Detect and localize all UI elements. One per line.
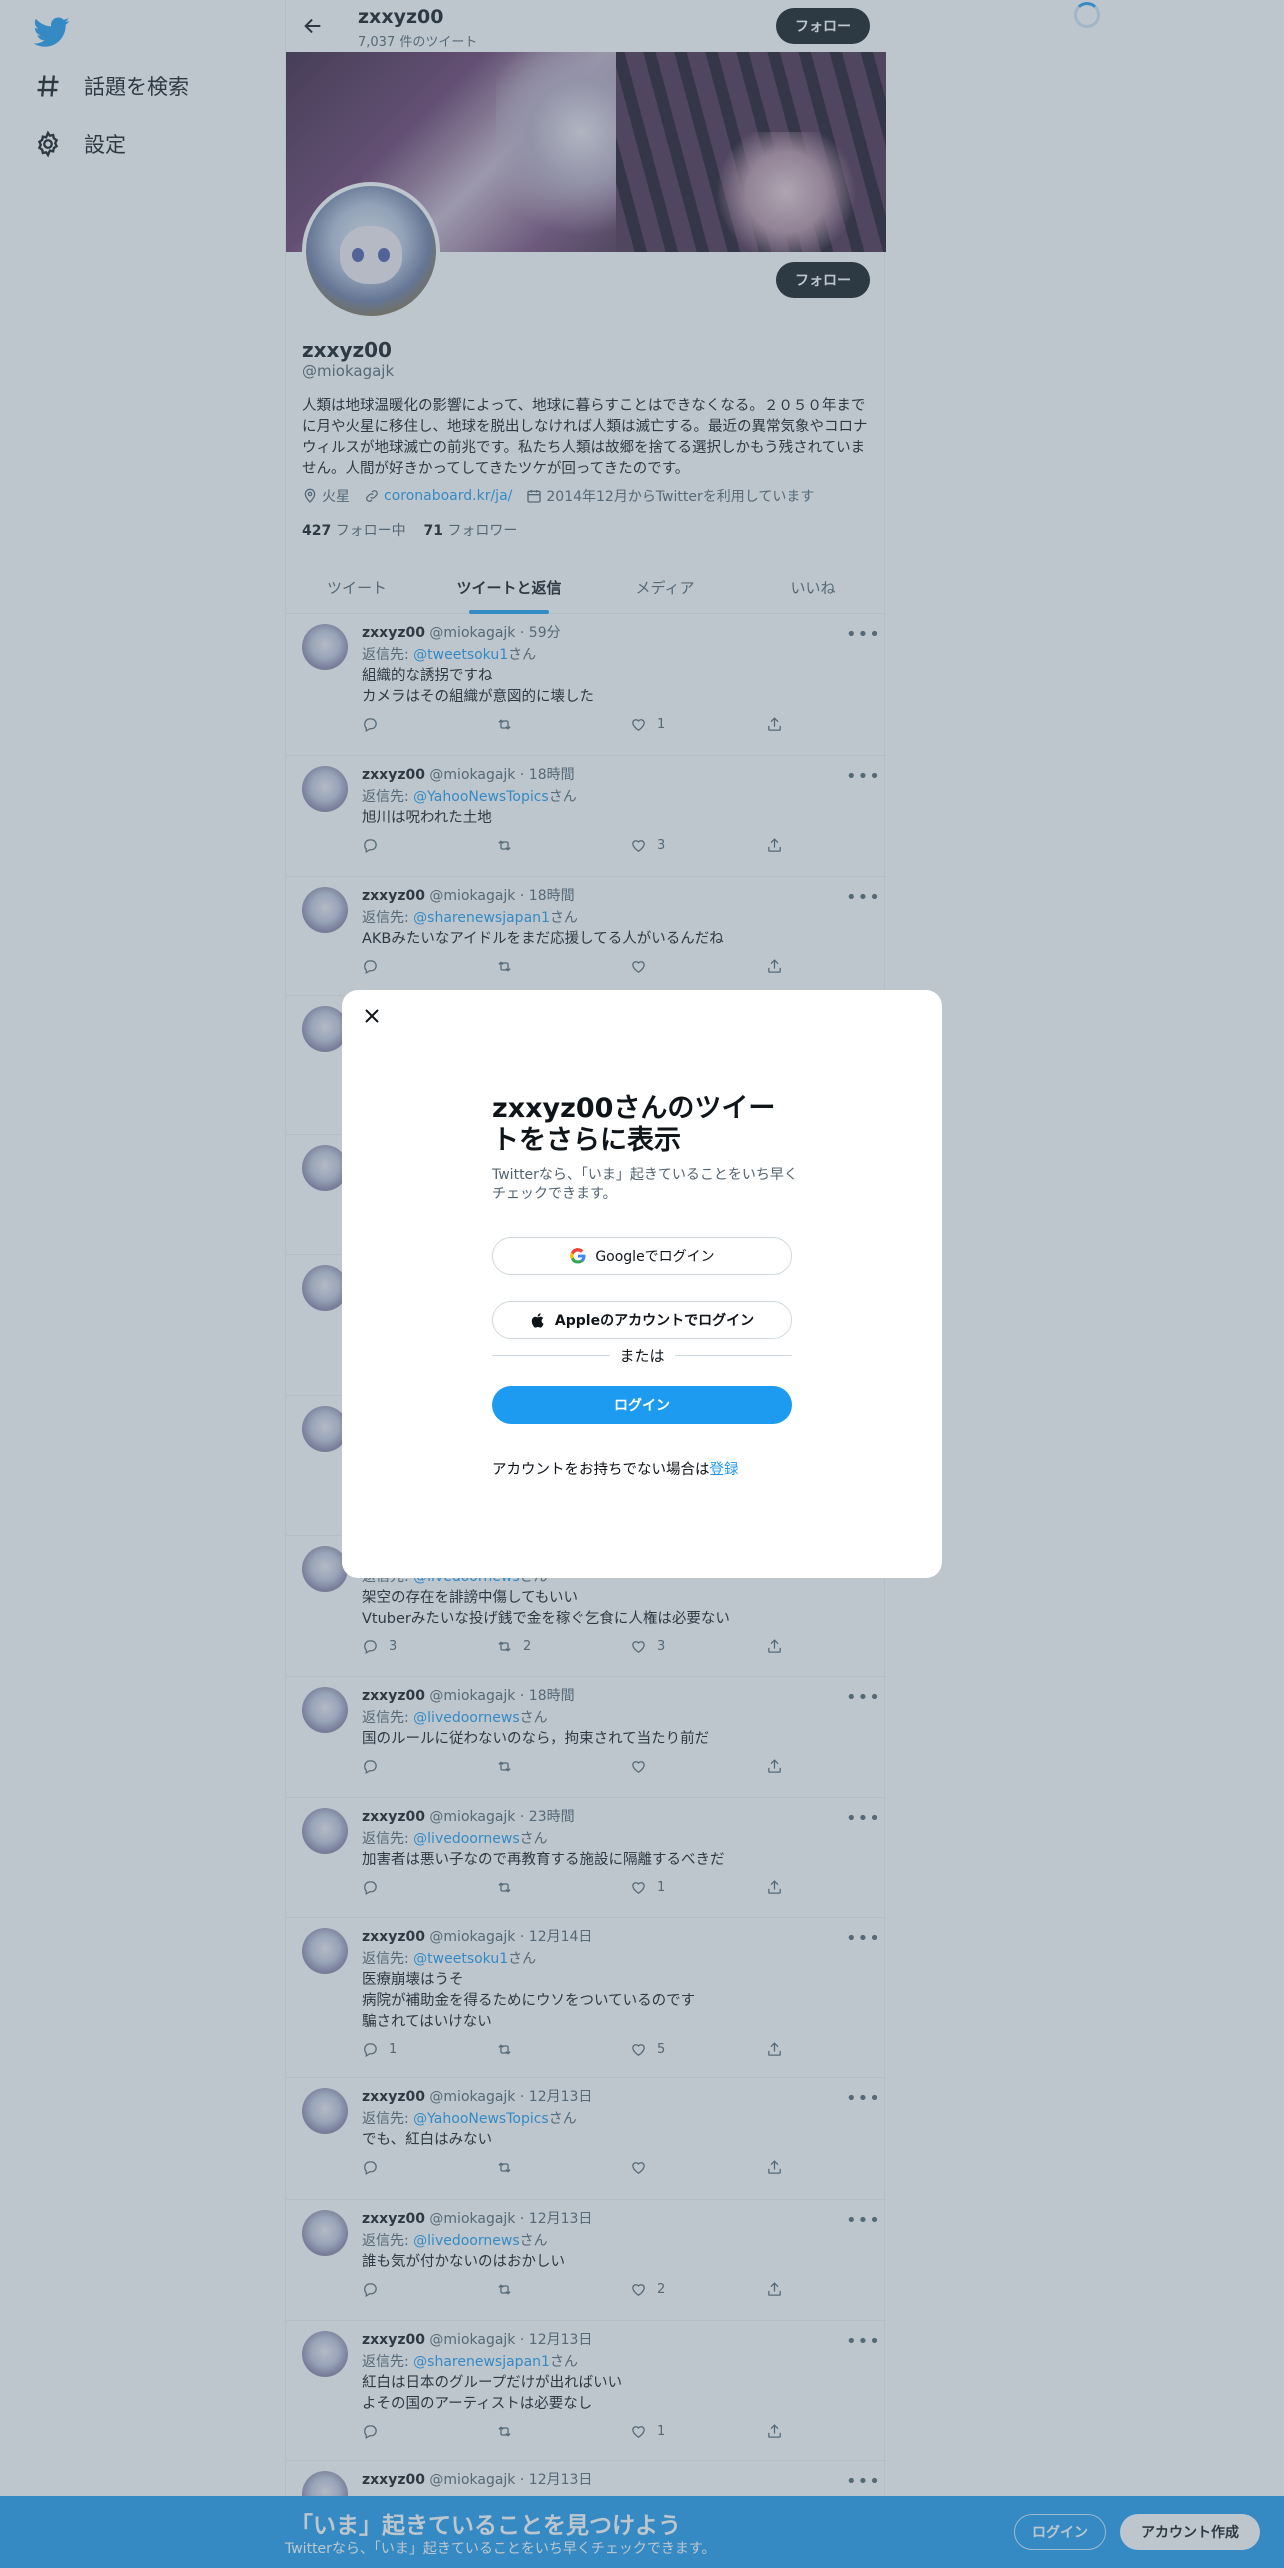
modal-subtitle: Twitterなら、「いま」起きていることをいち早くチェックできます。 [492, 1167, 798, 1202]
signup-prompt: アカウントをお持ちでない場合は登録 [492, 1462, 739, 1478]
or-divider: または [492, 1345, 793, 1365]
apple-icon [531, 1312, 544, 1328]
login-modal: zxxyz00さんのツイートをさらに表示 Twitterなら、「いま」起きている… [342, 990, 942, 1578]
signup-link[interactable]: 登録 [710, 1462, 739, 1478]
app-root: 話題を検索 設定 zxxyz00 7,037 件のツイート フォロー フォロー … [0, 0, 1284, 2568]
apple-login-label: Appleのアカウントでログイン [554, 1313, 755, 1329]
google-login-button[interactable]: Googleでログイン [492, 1237, 792, 1275]
google-login-label: Googleでログイン [595, 1249, 715, 1265]
apple-login-button[interactable]: Appleのアカウントでログイン [492, 1301, 792, 1339]
google-icon [570, 1248, 586, 1264]
close-icon[interactable] [360, 1004, 384, 1028]
modal-title: zxxyz00さんのツイートをさらに表示 [492, 1093, 776, 1156]
login-button[interactable]: ログイン [492, 1386, 792, 1424]
